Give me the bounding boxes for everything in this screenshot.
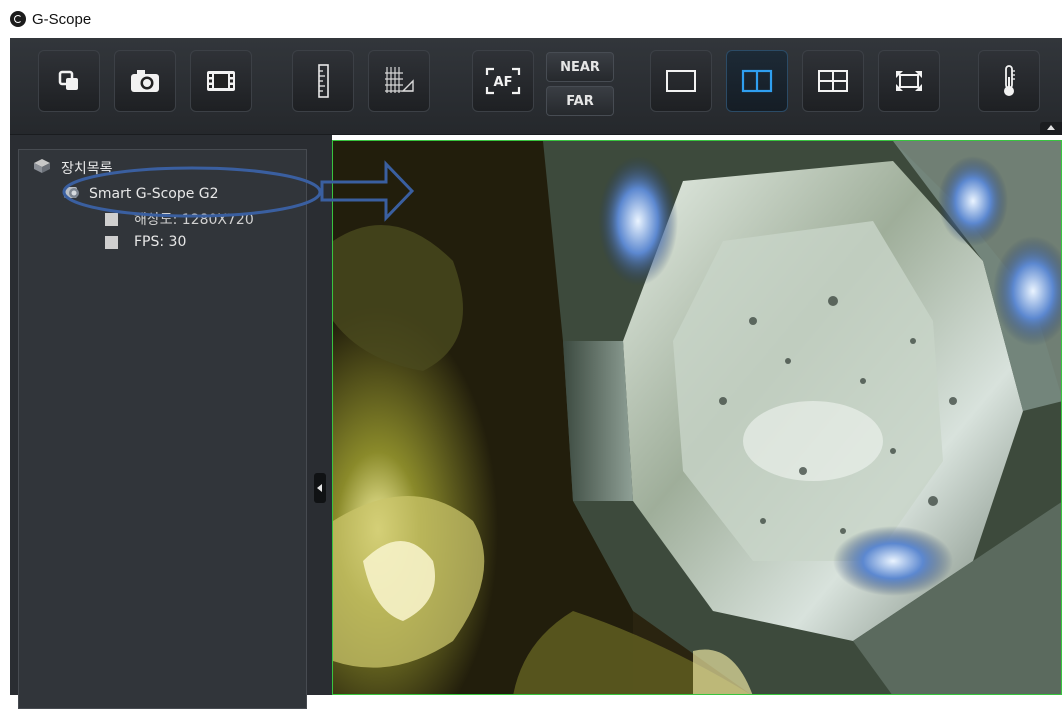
capture-button[interactable] [114, 50, 176, 112]
dual-view-button[interactable] [726, 50, 788, 112]
grid-measure-button[interactable] [368, 50, 430, 112]
microscope-image [333, 141, 1061, 694]
title-bar: G-Scope [0, 0, 1062, 38]
tree-resolution-item[interactable]: 해상도: 1280X720 [105, 209, 254, 229]
svg-text:AF: AF [494, 75, 513, 90]
tree-root-item[interactable]: 장치목록 [33, 158, 113, 178]
thermometer-icon [999, 63, 1019, 99]
single-view-button[interactable] [650, 50, 712, 112]
collapse-toolbar-button[interactable] [1040, 122, 1062, 134]
autofocus-button[interactable]: AF [472, 50, 534, 112]
autofocus-icon: AF [483, 65, 523, 97]
camera-icon [128, 66, 162, 96]
camera-device-icon [63, 184, 83, 204]
quad-view-button[interactable] [802, 50, 864, 112]
device-list-icon [33, 158, 51, 178]
grid-measure-icon [381, 63, 417, 99]
property-icon [105, 235, 118, 249]
fullscreen-icon [892, 67, 926, 95]
collapse-panel-button[interactable] [314, 473, 326, 503]
tree-root-label: 장치목록 [61, 161, 113, 177]
single-view-icon [664, 68, 698, 94]
g-scope-logo-icon [10, 11, 26, 27]
record-button[interactable] [190, 50, 252, 112]
tree-fps-item[interactable]: FPS: 30 [105, 234, 186, 250]
source-switch-icon [54, 66, 84, 96]
window-title: G-Scope [32, 10, 92, 28]
device-tree: 장치목록 Smart G-Scope G2 해상도: 1280X720 FPS:… [18, 149, 307, 709]
temperature-button[interactable] [978, 50, 1040, 112]
fullscreen-button[interactable] [878, 50, 940, 112]
source-switch-button[interactable] [38, 50, 100, 112]
video-view[interactable] [332, 140, 1062, 695]
device-name-label: Smart G-Scope G2 [89, 186, 219, 202]
resolution-label: 해상도: 1280X720 [134, 212, 254, 228]
quad-view-icon [816, 68, 850, 94]
side-panel: 장치목록 Smart G-Scope G2 해상도: 1280X720 FPS:… [10, 135, 332, 709]
tree-device-item[interactable]: Smart G-Scope G2 [63, 184, 219, 204]
fps-label: FPS: 30 [134, 234, 187, 250]
toolbar: AF NEAR FAR [10, 38, 1062, 135]
ruler-icon [313, 63, 333, 99]
property-icon [105, 212, 118, 226]
dual-view-icon [740, 68, 774, 94]
film-record-icon [205, 68, 237, 94]
ruler-button[interactable] [292, 50, 354, 112]
focus-near-button[interactable]: NEAR [546, 52, 614, 82]
focus-far-button[interactable]: FAR [546, 86, 614, 116]
